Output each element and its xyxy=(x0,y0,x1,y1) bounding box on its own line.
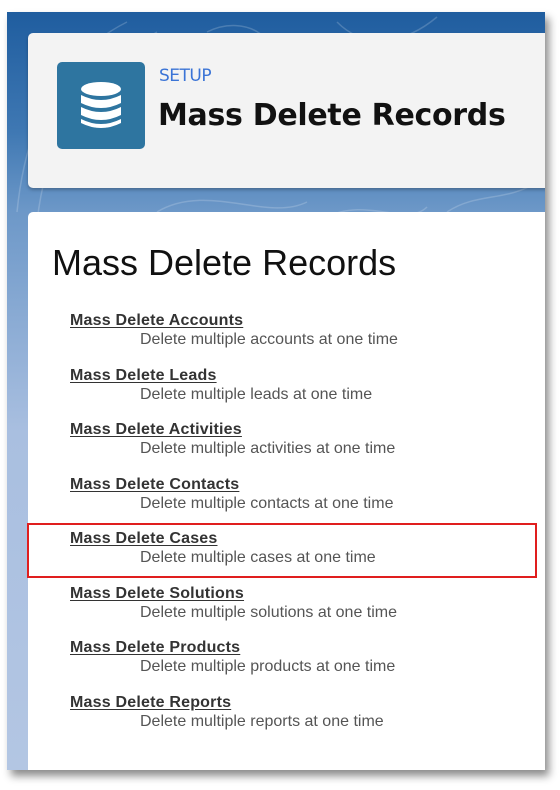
breadcrumb-setup[interactable]: SETUP xyxy=(159,66,212,86)
mass-delete-activities-link[interactable]: Mass Delete Activities xyxy=(70,421,242,439)
list-item-solutions: Mass Delete Solutions Delete multiple so… xyxy=(70,585,540,640)
item-description: Delete multiple accounts at one time xyxy=(140,331,398,348)
item-description: Delete multiple cases at one time xyxy=(140,549,376,566)
mass-delete-list: Mass Delete Accounts Delete multiple acc… xyxy=(70,312,540,748)
section-title: Mass Delete Records xyxy=(52,242,397,283)
item-description: Delete multiple reports at one time xyxy=(140,712,384,730)
page-header: SETUP Mass Delete Records xyxy=(28,33,545,188)
mass-delete-contacts-link[interactable]: Mass Delete Contacts xyxy=(70,476,239,494)
content-panel: Mass Delete Records Mass Delete Accounts… xyxy=(28,212,545,770)
mass-delete-leads-link[interactable]: Mass Delete Leads xyxy=(70,367,217,385)
item-description: Delete multiple leads at one time xyxy=(140,385,373,403)
item-description: Delete multiple activities at one time xyxy=(140,440,396,457)
list-item-accounts: Mass Delete Accounts Delete multiple acc… xyxy=(70,312,540,367)
item-description: Delete multiple contacts at one time xyxy=(140,494,394,512)
list-item-cases: Mass Delete Cases Delete multiple cases … xyxy=(70,530,540,585)
mass-delete-cases-link[interactable]: Mass Delete Cases xyxy=(70,530,218,548)
list-item-activities: Mass Delete Activities Delete multiple a… xyxy=(70,421,540,476)
list-item-products: Mass Delete Products Delete multiple pro… xyxy=(70,639,540,694)
mass-delete-products-link[interactable]: Mass Delete Products xyxy=(70,639,240,657)
list-item-reports: Mass Delete Reports Delete multiple repo… xyxy=(70,694,540,749)
setup-page-frame: SETUP Mass Delete Records Mass Delete Re… xyxy=(7,12,545,770)
item-description: Delete multiple products at one time xyxy=(140,658,396,675)
mass-delete-reports-link[interactable]: Mass Delete Reports xyxy=(70,694,231,712)
database-icon xyxy=(57,62,145,149)
mass-delete-accounts-link[interactable]: Mass Delete Accounts xyxy=(70,312,243,330)
list-item-contacts: Mass Delete Contacts Delete multiple con… xyxy=(70,476,540,531)
list-item-leads: Mass Delete Leads Delete multiple leads … xyxy=(70,367,540,422)
mass-delete-solutions-link[interactable]: Mass Delete Solutions xyxy=(70,585,244,603)
item-description: Delete multiple solutions at one time xyxy=(140,603,398,621)
page-title: Mass Delete Records xyxy=(158,98,506,133)
